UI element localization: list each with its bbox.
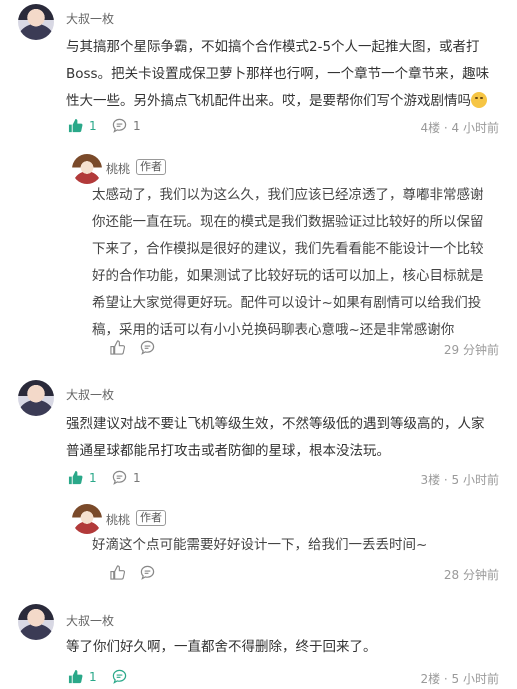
avatar[interactable] bbox=[18, 380, 54, 416]
reply-text: 好滴这个点可能需要好好设计一下，给我们一丢丢时间~ bbox=[92, 532, 427, 559]
comment-text: 与其搞那个星际争霸，不如搞个合作模式2-5个人一起推大图，或者打 Boss。把关… bbox=[66, 34, 489, 115]
comment-line: 性大一些。另外搞点飞机配件出来。哎，是要帮你们写个游戏剧情吗 bbox=[66, 88, 489, 115]
like-button[interactable]: 1 bbox=[68, 669, 97, 684]
comment-meta: 3楼 · 5 小时前 bbox=[420, 473, 499, 487]
thumbs-up-icon bbox=[110, 565, 125, 580]
comment-author[interactable]: 大叔一枚 bbox=[66, 612, 114, 629]
reply-line: 希望让大家觉得更好玩。配件可以设计~如果有剧情可以给我们投 bbox=[92, 295, 482, 311]
comment-icon bbox=[112, 118, 127, 133]
comment-meta: 4楼 · 4 小时前 bbox=[420, 121, 499, 135]
like-button[interactable]: 1 bbox=[68, 118, 97, 133]
like-count: 1 bbox=[89, 470, 97, 485]
reply-button[interactable] bbox=[140, 340, 155, 355]
thumbs-up-icon bbox=[68, 118, 83, 133]
smile-emoji-icon bbox=[471, 92, 487, 108]
like-count: 1 bbox=[89, 118, 97, 133]
reply-count: 1 bbox=[133, 118, 141, 133]
comment-icon bbox=[140, 340, 155, 355]
avatar[interactable] bbox=[72, 154, 102, 184]
like-button[interactable] bbox=[110, 340, 125, 355]
avatar[interactable] bbox=[72, 504, 102, 534]
avatar[interactable] bbox=[18, 604, 54, 640]
comment-icon bbox=[112, 669, 127, 684]
reply-line: 好滴这个点可能需要好好设计一下，给我们一丢丢时间~ bbox=[92, 537, 428, 553]
author-badge: 作者 bbox=[136, 510, 166, 526]
reply-meta: 29 分钟前 bbox=[443, 343, 499, 357]
reply-button[interactable] bbox=[140, 565, 155, 580]
comment-text: 等了你们好久啊，一直都舍不得删除，终于回来了。 bbox=[66, 634, 377, 661]
reply-line: 太感动了，我们以为这么久，我们应该已经凉透了，尊嘟非常感谢 bbox=[92, 187, 484, 203]
avatar[interactable] bbox=[18, 4, 54, 40]
comment-icon bbox=[112, 470, 127, 485]
comment-meta: 2楼 · 5 小时前 bbox=[420, 672, 499, 686]
reply-meta: 28 分钟前 bbox=[443, 568, 499, 582]
reply-line: 下来了，合作模拟是很好的建议，我们先看看能不能设计一个比较 bbox=[92, 241, 484, 257]
reply-author[interactable]: 桃桃 bbox=[106, 160, 130, 177]
thumbs-up-icon bbox=[68, 470, 83, 485]
reply-author[interactable]: 桃桃 bbox=[106, 511, 130, 528]
comment-line: Boss。把关卡设置成保卫萝卜那样也行啊，一个章节一个章节来，趣味 bbox=[66, 66, 490, 82]
reply-line: 你还能一直在玩。现在的模式是我们数据验证过比较好的所以保留 bbox=[92, 214, 484, 230]
reply-text: 太感动了，我们以为这么久，我们应该已经凉透了，尊嘟非常感谢 你还能一直在玩。现在… bbox=[92, 182, 484, 344]
comment-author[interactable]: 大叔一枚 bbox=[66, 10, 114, 27]
reply-count: 1 bbox=[133, 470, 141, 485]
thumbs-up-icon bbox=[68, 669, 83, 684]
reply-button[interactable] bbox=[112, 669, 127, 684]
like-button[interactable]: 1 bbox=[68, 470, 97, 485]
comment-icon bbox=[140, 565, 155, 580]
like-count: 1 bbox=[89, 669, 97, 684]
reply-button[interactable]: 1 bbox=[112, 118, 141, 133]
comment-line: 强烈建议对战不要让飞机等级生效，不然等级低的遇到等级高的，人家 bbox=[66, 416, 485, 432]
thumbs-up-icon bbox=[110, 340, 125, 355]
comment-line: 普通星球都能吊打攻击或者防御的星球，根本没法玩。 bbox=[66, 443, 390, 459]
author-badge: 作者 bbox=[136, 159, 166, 175]
like-button[interactable] bbox=[110, 565, 125, 580]
reply-button[interactable]: 1 bbox=[112, 470, 141, 485]
comment-text: 强烈建议对战不要让飞机等级生效，不然等级低的遇到等级高的，人家 普通星球都能吊打… bbox=[66, 411, 485, 465]
reply-line: 好的合作功能，如果测试了比较好玩的话可以加上，核心目标就是 bbox=[92, 268, 484, 284]
comment-line: 与其搞那个星际争霸，不如搞个合作模式2-5个人一起推大图，或者打 bbox=[66, 39, 480, 55]
comment-line: 等了你们好久啊，一直都舍不得删除，终于回来了。 bbox=[66, 639, 377, 655]
comment-author[interactable]: 大叔一枚 bbox=[66, 386, 114, 403]
